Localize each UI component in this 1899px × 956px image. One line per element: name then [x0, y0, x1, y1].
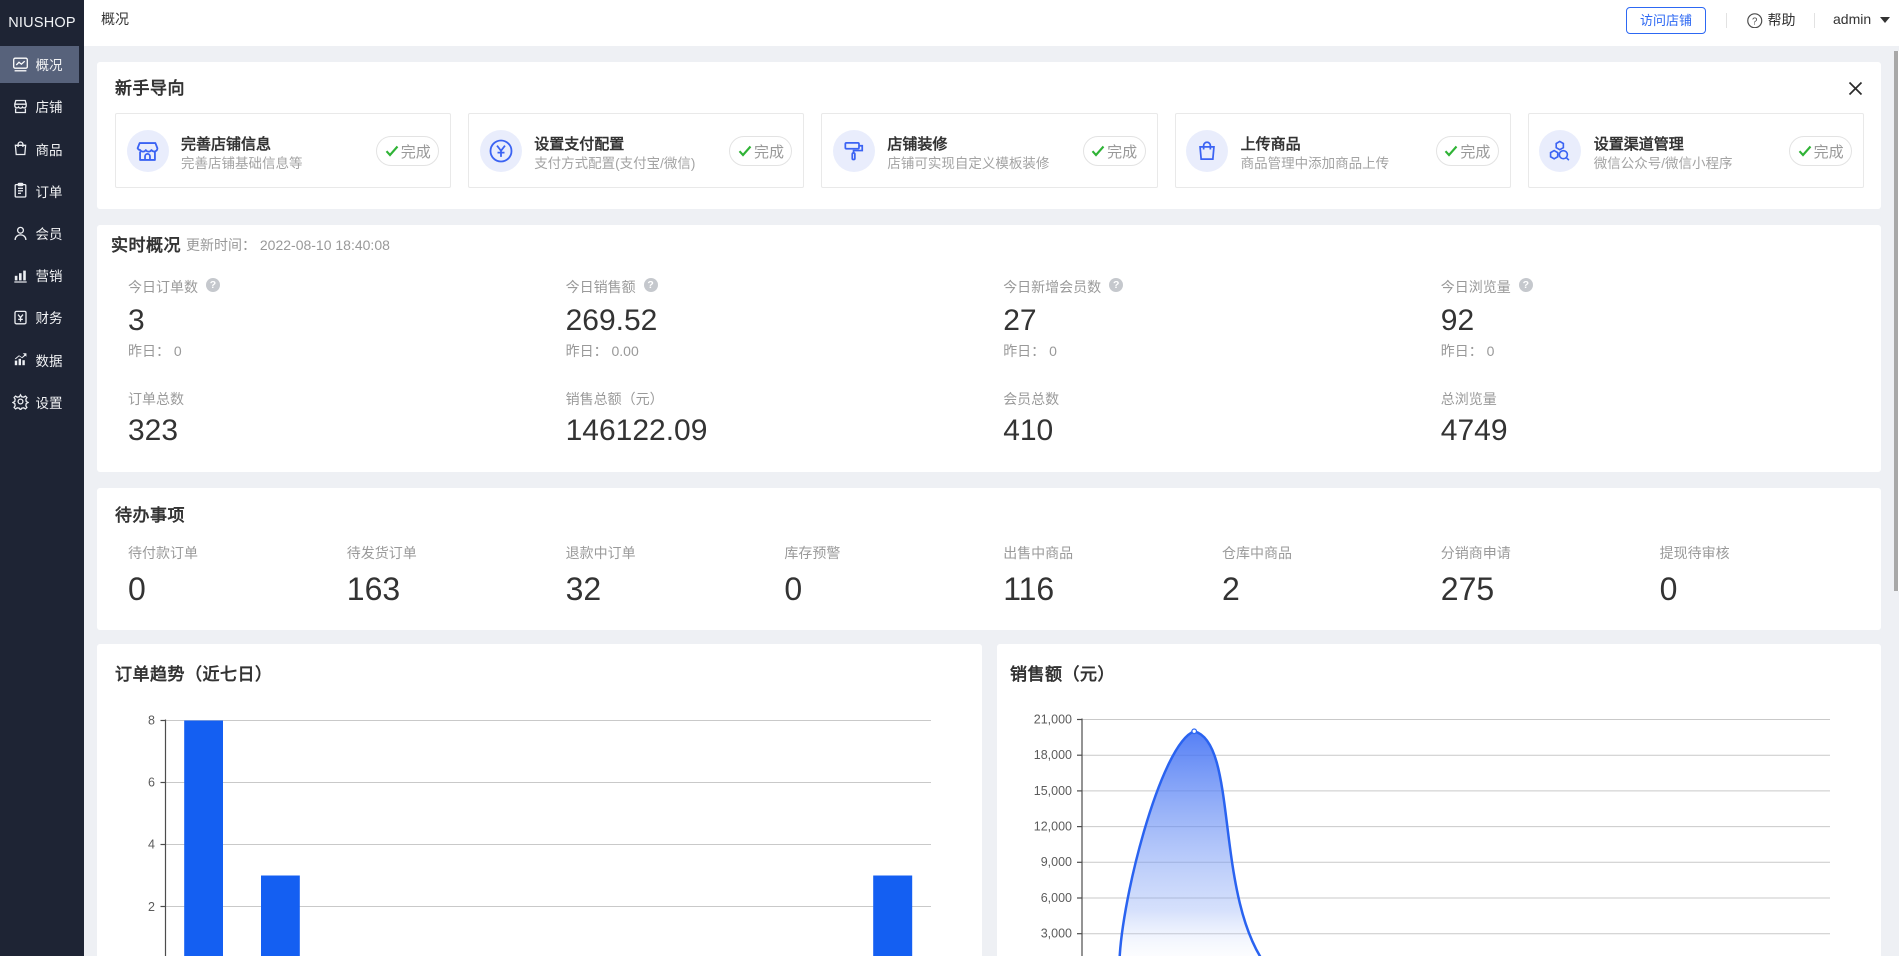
svg-text:9,000: 9,000: [1041, 855, 1072, 869]
svg-text:18,000: 18,000: [1034, 748, 1072, 762]
svg-text:21,000: 21,000: [1034, 712, 1072, 726]
svg-text:6,000: 6,000: [1041, 891, 1072, 905]
svg-text:12,000: 12,000: [1034, 820, 1072, 834]
svg-text:3,000: 3,000: [1041, 927, 1072, 941]
svg-text:15,000: 15,000: [1034, 784, 1072, 798]
svg-text:4: 4: [148, 838, 155, 852]
svg-text:8: 8: [148, 714, 155, 728]
svg-text:?: ?: [1752, 16, 1758, 27]
svg-text:2: 2: [148, 900, 155, 914]
svg-text:6: 6: [148, 776, 155, 790]
